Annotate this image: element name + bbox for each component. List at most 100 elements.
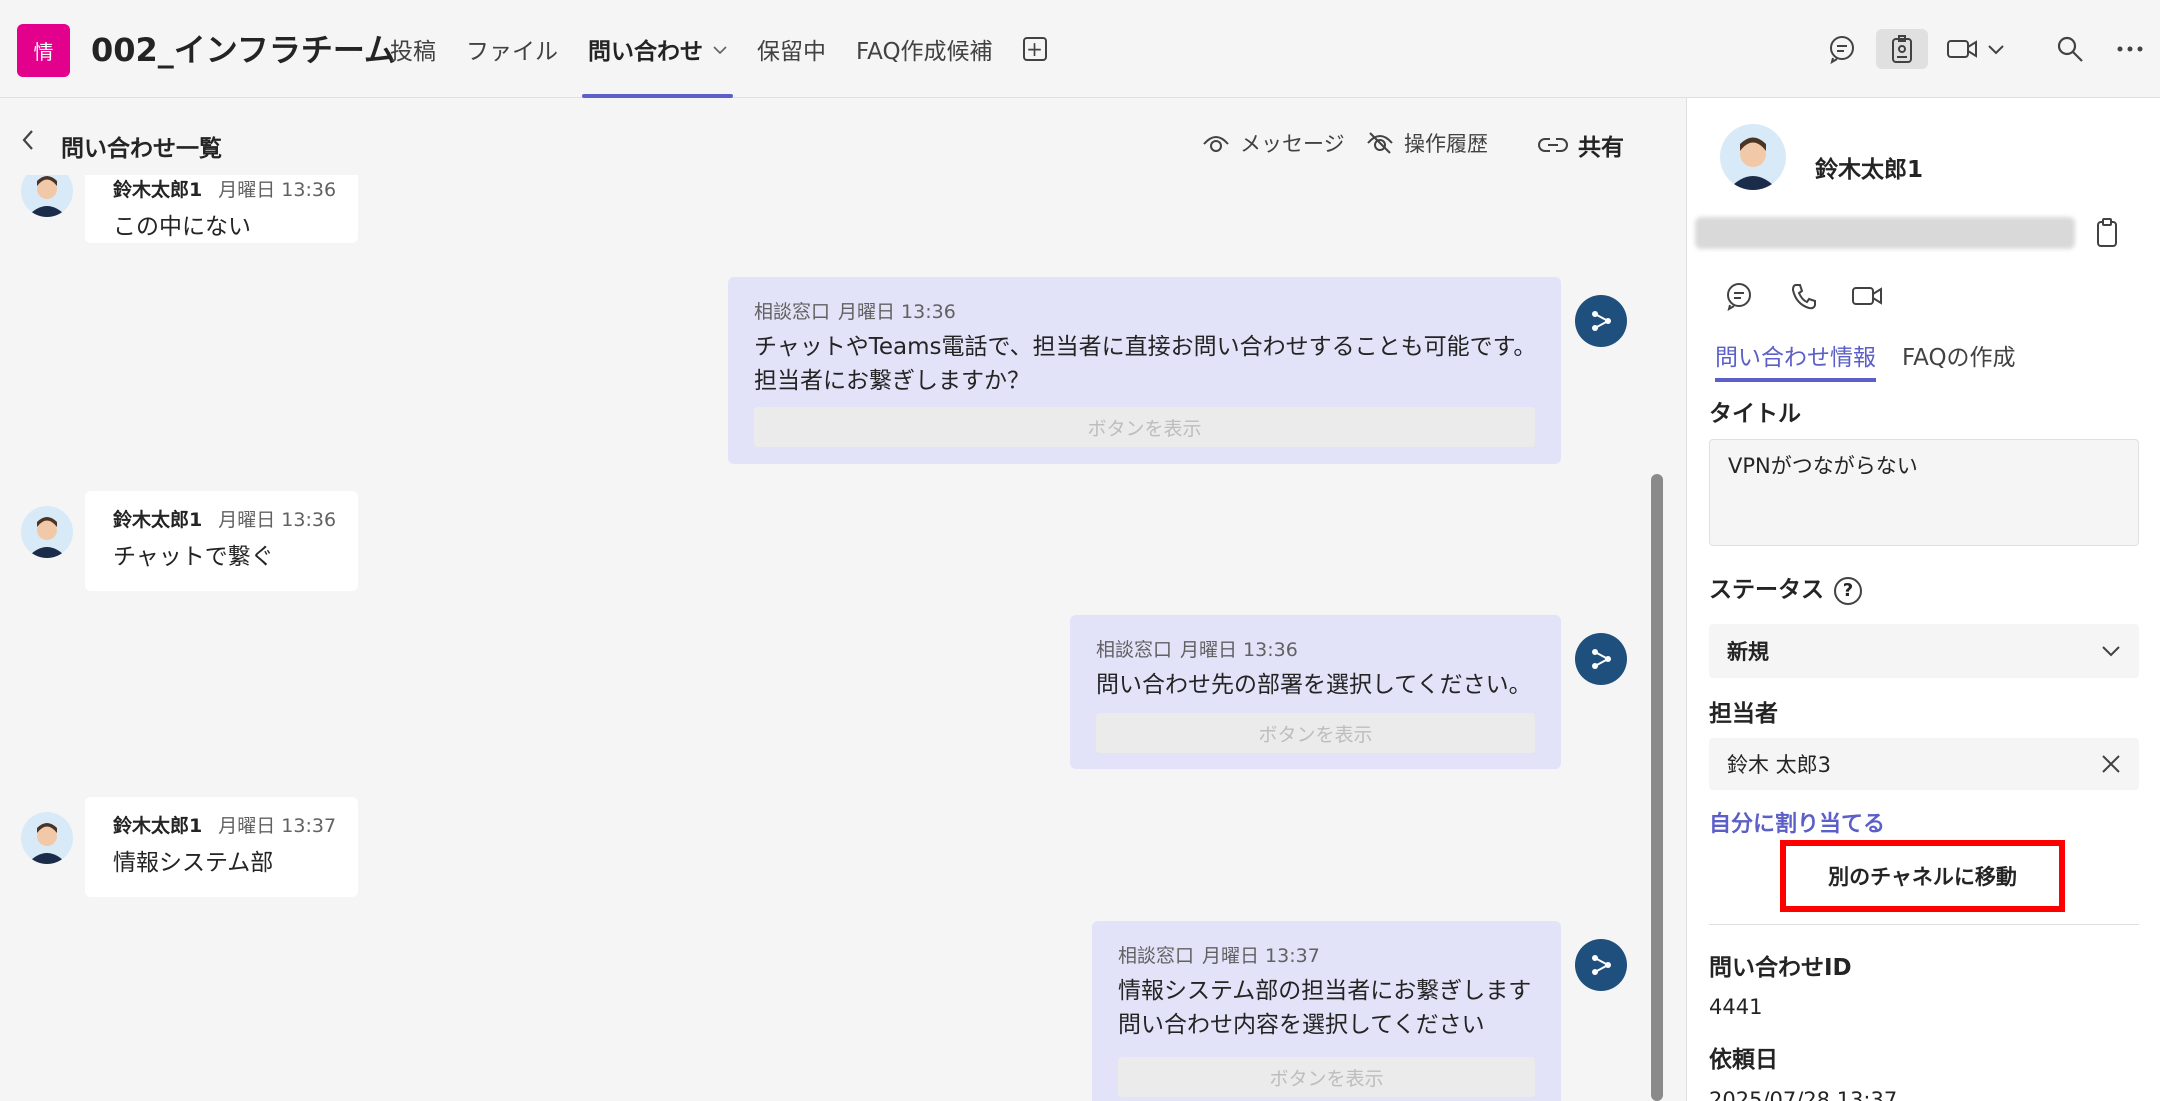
video-icon[interactable] [1847,276,1887,316]
message-meta: 鈴木太郎1 月曜日 13:36 [113,505,336,532]
user-avatar [21,175,73,217]
timestamp: 月曜日 13:36 [1180,639,1298,661]
tab-inquiries[interactable]: 問い合わせ [582,0,733,98]
sender-name: 鈴木太郎1 [113,815,203,837]
assignee-field[interactable]: 鈴木 太郎3 [1709,738,2139,790]
badge-icon[interactable] [1876,29,1928,69]
show-buttons-button[interactable]: ボタンを表示 [754,407,1535,447]
share-button[interactable]: 共有 [1538,128,1624,162]
eye-off-icon [1367,132,1393,154]
move-to-channel-button[interactable]: 別のチャネルに移動 [1780,840,2065,912]
message-line: チャットやTeams電話で、担当者に直接お問い合わせすることも可能です。 [754,334,1537,360]
bot-logo-icon [1592,955,1611,975]
message-meta: 鈴木太郎1 月曜日 13:36 [113,175,336,202]
requester-name: 鈴木太郎1 [1815,157,1924,183]
message-text: この中にない [113,214,251,240]
title-label: タイトル [1709,401,1801,427]
message-toggle-button[interactable]: メッセージ [1202,128,1345,158]
sender-name: 相談窓口 [1118,945,1195,967]
top-bar: 情 002_インフラチーム 投稿 ファイル 問い合わせ 保留中 FAQ作成候補 … [0,0,2160,98]
chat-icon[interactable] [1719,276,1759,316]
chat-icon[interactable] [1822,29,1862,69]
close-icon[interactable] [2101,754,2121,774]
chat-area: 鈴木太郎1 月曜日 13:36 この中にない 相談窓口 月曜日 13:36 チャット… [0,175,1686,1101]
help-icon[interactable]: ? [1834,576,1862,605]
timestamp: 月曜日 13:37 [218,815,337,837]
sender-name: 鈴木太郎1 [113,179,203,201]
title-textarea[interactable]: VPNがつながらない [1709,439,2139,546]
tab-files[interactable]: ファイル [466,0,558,98]
show-buttons-button[interactable]: ボタンを表示 [1096,713,1535,753]
requester-avatar [1720,124,1786,190]
list-item: 相談窓口 月曜日 13:36 チャットやTeams電話で、担当者に直接お問い合わせ… [728,277,1561,464]
inquiry-detail-panel: 鈴木太郎1 問い合わせ情報 FAQの作成 タイトル VPNがつながらない ステー… [1686,98,2160,1101]
assignee-value: 鈴木 太郎3 [1727,753,1832,777]
sender-name: 鈴木太郎1 [113,509,203,531]
channel-tabs: 投稿 ファイル 問い合わせ 保留中 FAQ作成候補 + [390,0,1077,98]
request-date-label: 依頼日 [1709,1047,1778,1073]
chevron-down-icon[interactable] [1984,29,2008,69]
message-text: チャットやTeams電話で、担当者に直接お問い合わせすることも可能です。 担当者に… [754,330,1537,398]
timestamp: 月曜日 13:36 [218,179,337,201]
list-item: 相談窓口 月曜日 13:37 情報システム部の担当者にお繋ぎします 問い合わせ内容を… [1092,921,1561,1101]
message-meta: 鈴木太郎1 月曜日 13:37 [113,811,336,838]
inquiry-id-label: 問い合わせID [1709,955,1852,981]
request-date-value: 2025/07/28 13:37 [1709,1088,1898,1101]
message-text: 情報システム部 [113,850,274,876]
message-meta: 相談窓口 月曜日 13:37 [1118,941,1535,968]
status-label-row: ステータス? [1709,570,1862,605]
tab-inquiries-label: 問い合わせ [588,39,703,65]
bot-avatar [1575,633,1627,685]
message-line: 担当者にお繋ぎしますか？ [754,368,1030,394]
team-avatar[interactable]: 情 [17,24,70,77]
chat-scrollbar[interactable] [1651,474,1663,1101]
inquiry-list-title[interactable]: 問い合わせ一覧 [61,129,222,163]
message-line: 情報システム部の担当者にお繋ぎします [1118,978,1532,1004]
top-actions [1822,0,2160,98]
tab-pending[interactable]: 保留中 [757,0,826,98]
back-button[interactable] [20,128,36,158]
timestamp: 月曜日 13:37 [1202,945,1320,967]
phone-icon[interactable] [1783,276,1823,316]
tab-posts[interactable]: 投稿 [390,0,436,98]
status-select[interactable]: 新規 [1709,624,2139,678]
chevron-down-icon [713,40,727,59]
video-icon[interactable] [1942,29,1982,69]
search-icon[interactable] [2050,29,2090,69]
tab-create-faq[interactable]: FAQの作成 [1902,338,2016,382]
user-avatar [21,812,73,864]
message-text: チャットで繋ぐ [113,544,274,570]
list-item: 鈴木太郎1 月曜日 13:36 この中にない [85,175,358,243]
assign-to-me-link[interactable]: 自分に割り当てる [1709,806,1885,838]
requester-email-redacted [1695,217,2075,249]
message-line: 問い合わせ内容を選択してください [1118,1012,1485,1038]
user-avatar [21,506,73,558]
bot-avatar [1575,939,1627,991]
status-label: ステータス [1709,577,1824,603]
add-tab-button[interactable]: + [1022,0,1047,98]
list-item: 相談窓口 月曜日 13:36 問い合わせ先の部署を選択してください。 ボタンを表示 [1070,615,1561,769]
team-name: 002_インフラチーム [91,31,396,69]
tab-faq-candidates[interactable]: FAQ作成候補 [856,0,993,98]
divider [1709,924,2139,925]
tab-inquiry-info[interactable]: 問い合わせ情報 [1715,338,1876,382]
sender-name: 相談窓口 [754,301,831,323]
message-meta: 相談窓口 月曜日 13:36 [1096,635,1535,662]
message-text: 情報システム部の担当者にお繋ぎします 問い合わせ内容を選択してください [1118,974,1535,1042]
sender-name: 相談窓口 [1096,639,1173,661]
show-buttons-button[interactable]: ボタンを表示 [1118,1057,1535,1097]
inquiry-id-value: 4441 [1709,995,1763,1019]
plus-icon: + [1022,37,1047,61]
bot-logo-icon [1592,311,1611,331]
list-item: 鈴木太郎1 月曜日 13:37 情報システム部 [85,797,358,897]
bot-logo-icon [1592,649,1611,669]
bot-avatar [1575,295,1627,347]
message-meta: 相談窓口 月曜日 13:36 [754,297,1535,324]
history-toggle-button[interactable]: 操作履歴 [1366,128,1488,158]
assignee-label: 担当者 [1709,701,1778,727]
chevron-down-icon [2102,646,2120,657]
status-value: 新規 [1727,640,1769,664]
message-text: 問い合わせ先の部署を選択してください。 [1096,672,1532,698]
copy-icon[interactable] [2093,216,2121,254]
more-icon[interactable] [2110,29,2150,69]
